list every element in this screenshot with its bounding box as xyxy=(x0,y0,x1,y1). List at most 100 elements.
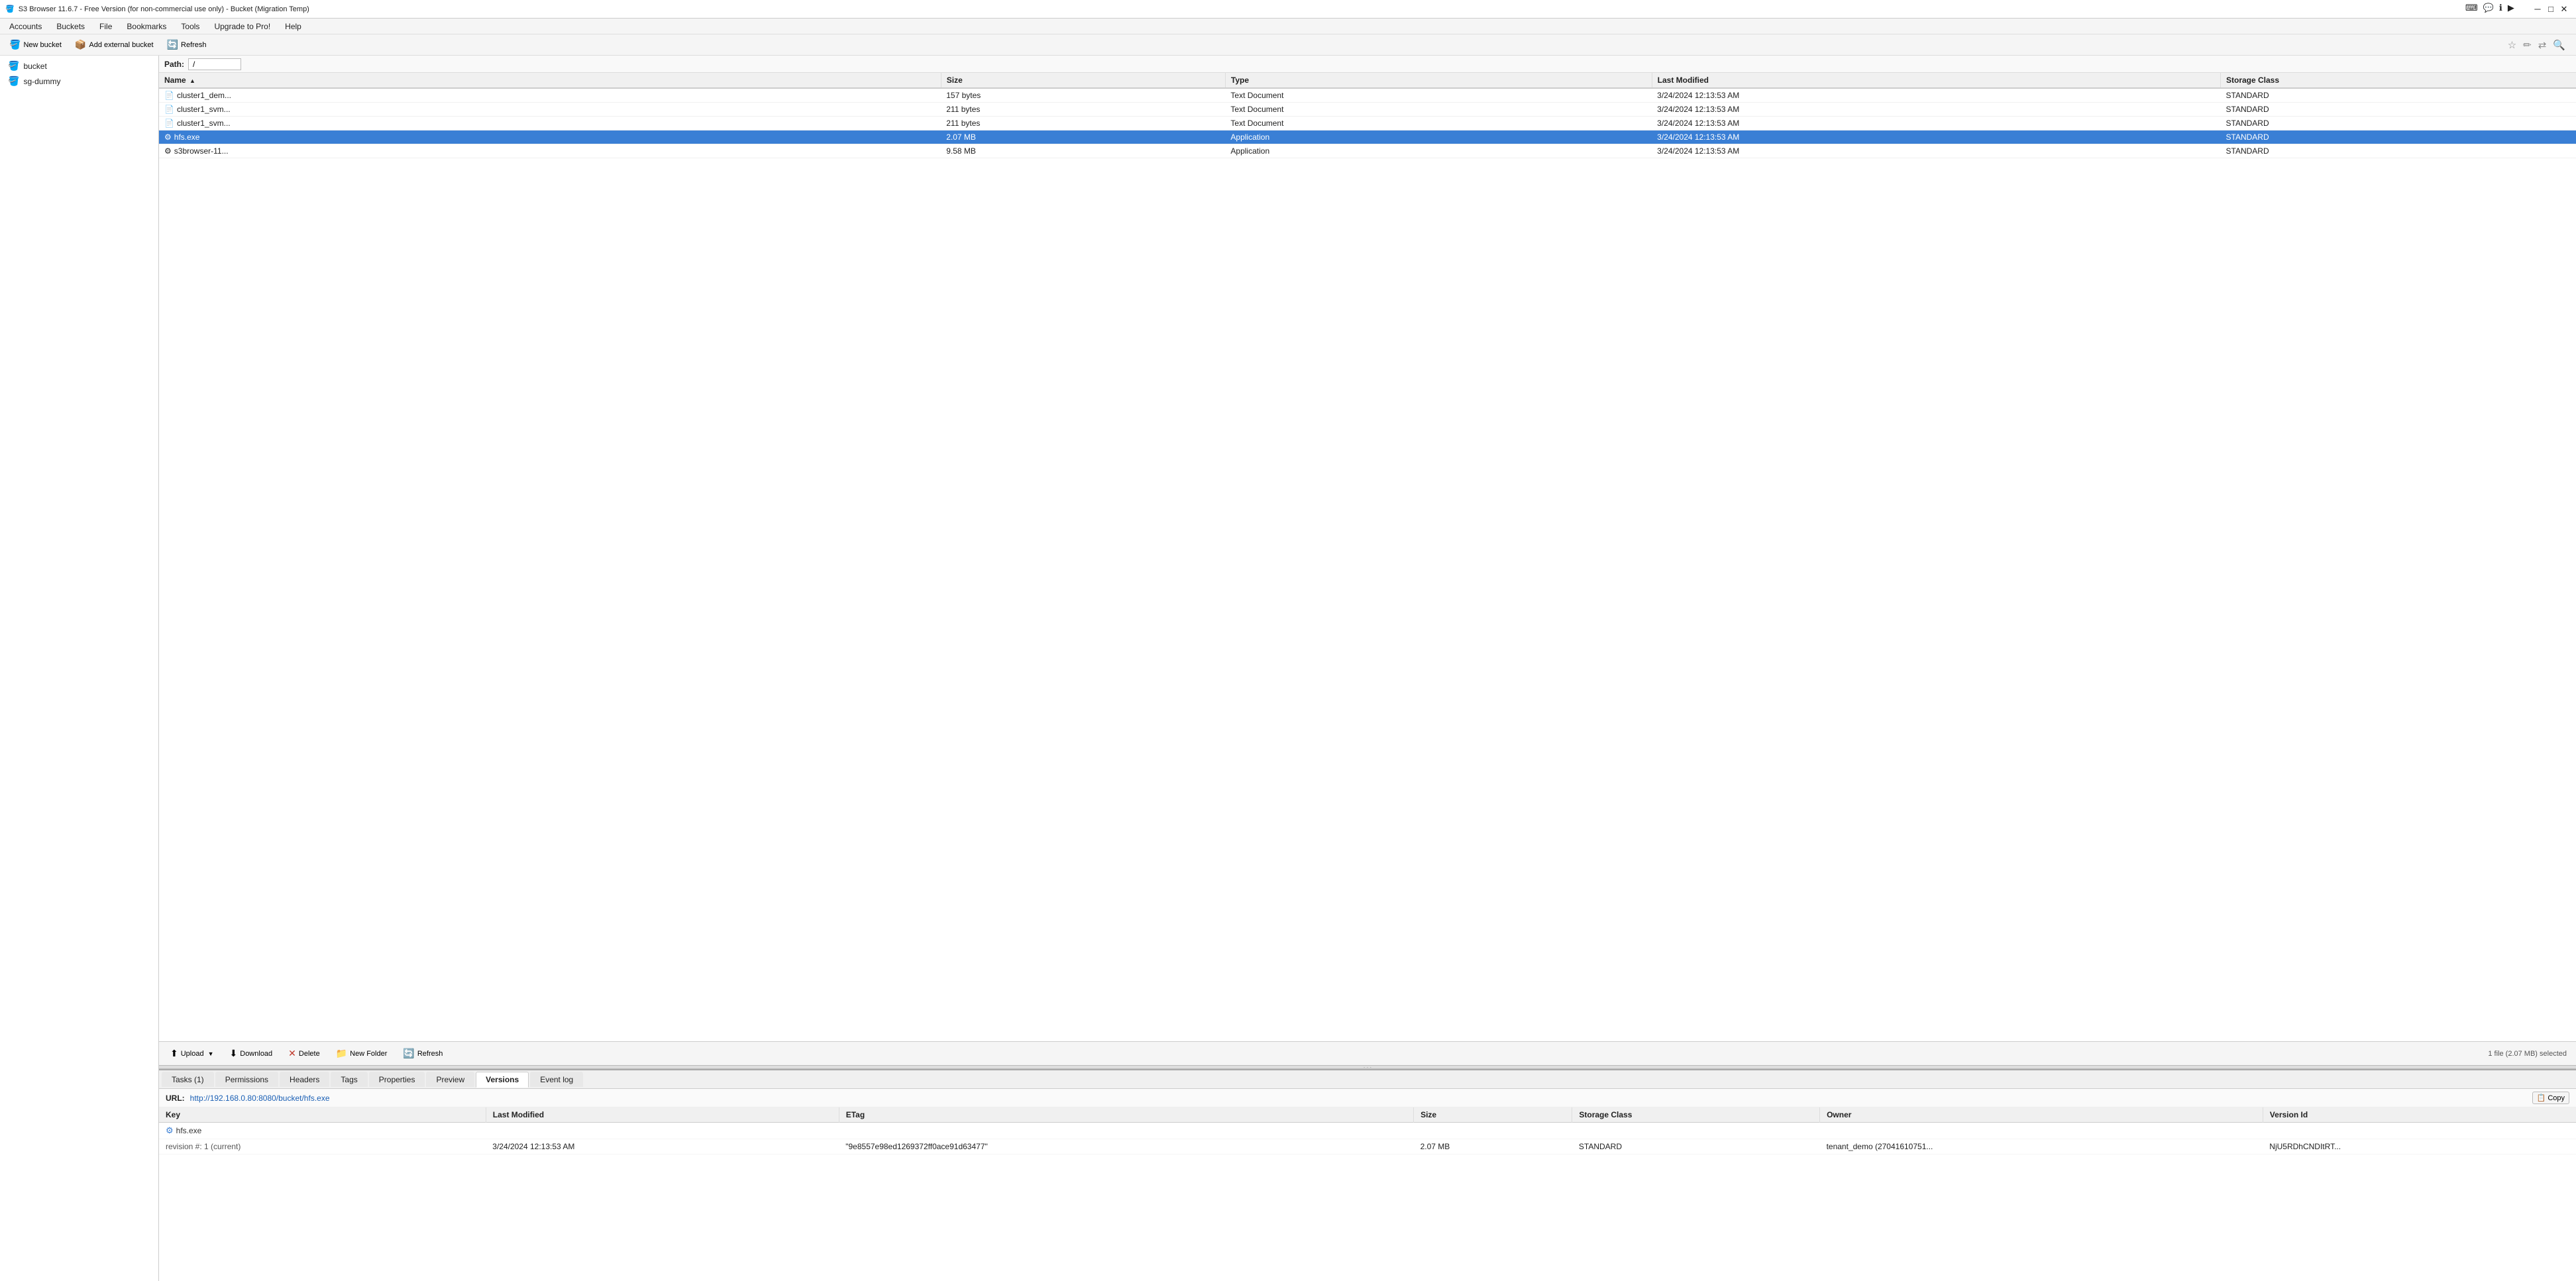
url-bar: URL: http://192.168.0.80:8080/bucket/hfs… xyxy=(159,1089,2576,1107)
new-bucket-button[interactable]: 🪣 New bucket xyxy=(4,37,67,52)
minimize-button[interactable]: ─ xyxy=(2531,3,2544,16)
new-folder-button[interactable]: 📁 New Folder xyxy=(329,1045,395,1062)
keyboard-icon[interactable]: ⌨ xyxy=(2465,3,2478,16)
file-storage-cell: STANDARD xyxy=(2221,88,2576,103)
info-icon[interactable]: ℹ xyxy=(2499,3,2502,16)
version-file-icon: ⚙ xyxy=(166,1125,174,1135)
version-storage-cell: STANDARD xyxy=(1572,1139,1820,1154)
chat-icon[interactable]: 💬 xyxy=(2483,3,2494,16)
versions-table-row[interactable]: revision #: 1 (current) 3/24/2024 12:13:… xyxy=(159,1139,2576,1154)
delete-button[interactable]: ✕ Delete xyxy=(281,1045,327,1062)
app-icon: 🪣 xyxy=(5,5,15,13)
file-modified-cell: 3/24/2024 12:13:53 AM xyxy=(1652,144,2220,158)
file-table-body: 📄cluster1_dem... 157 bytes Text Document… xyxy=(159,88,2576,158)
sidebar-bucket-label: bucket xyxy=(23,62,46,71)
copy-url-button[interactable]: 📋 Copy xyxy=(2532,1092,2569,1104)
file-table-row[interactable]: ⚙s3browser-11... 9.58 MB Application 3/2… xyxy=(159,144,2576,158)
menu-tools[interactable]: Tools xyxy=(174,21,206,32)
versions-table-header: Key Last Modified ETag Size Storage Clas… xyxy=(159,1107,2576,1123)
download-icon: ⬇ xyxy=(230,1048,238,1059)
versions-col-size[interactable]: Size xyxy=(1414,1107,1572,1123)
window-controls: ─ □ ✕ xyxy=(2531,3,2571,16)
sync-icon[interactable]: ⇄ xyxy=(2538,39,2547,51)
file-modified-cell: 3/24/2024 12:13:53 AM xyxy=(1652,117,2220,130)
versions-col-modified[interactable]: Last Modified xyxy=(486,1107,839,1123)
add-external-icon: 📦 xyxy=(75,39,86,50)
path-input[interactable] xyxy=(188,58,241,70)
upload-button[interactable]: ⬆ Upload ▼ xyxy=(163,1045,221,1062)
file-type-cell: Application xyxy=(1225,130,1652,144)
versions-col-key[interactable]: Key xyxy=(159,1107,486,1123)
sidebar-item-sg-dummy[interactable]: 🪣 sg-dummy xyxy=(0,74,158,89)
file-icon: 📄 xyxy=(164,91,174,100)
versions-col-versionid[interactable]: Version Id xyxy=(2263,1107,2576,1123)
col-header-storage[interactable]: Storage Class xyxy=(2221,73,2576,88)
versions-table-body: ⚙hfs.exe revision #: 1 (current) 3/24/20… xyxy=(159,1123,2576,1154)
menu-bookmarks[interactable]: Bookmarks xyxy=(120,21,173,32)
tab-permissions[interactable]: Permissions xyxy=(215,1072,278,1087)
versions-col-etag[interactable]: ETag xyxy=(839,1107,1413,1123)
maximize-button[interactable]: □ xyxy=(2544,3,2557,16)
tab-eventlog[interactable]: Event log xyxy=(530,1072,583,1087)
version-size-cell: 2.07 MB xyxy=(1414,1139,1572,1154)
refresh-button[interactable]: 🔄 Refresh xyxy=(396,1045,450,1062)
tab-properties[interactable]: Properties xyxy=(369,1072,425,1087)
col-header-type[interactable]: Type xyxy=(1225,73,1652,88)
tab-tasks[interactable]: Tasks (1) xyxy=(162,1072,214,1087)
versions-col-storage[interactable]: Storage Class xyxy=(1572,1107,1820,1123)
menu-help[interactable]: Help xyxy=(278,21,308,32)
close-button[interactable]: ✕ xyxy=(2557,3,2571,16)
file-table-row[interactable]: ⚙hfs.exe 2.07 MB Application 3/24/2024 1… xyxy=(159,130,2576,144)
file-type-cell: Text Document xyxy=(1225,103,1652,117)
toolbar-refresh-button[interactable]: 🔄 Refresh xyxy=(162,37,212,52)
add-external-bucket-button[interactable]: 📦 Add external bucket xyxy=(70,37,159,52)
version-id-cell: NjU5RDhCNDItRT... xyxy=(2263,1139,2576,1154)
file-table-row[interactable]: 📄cluster1_dem... 157 bytes Text Document… xyxy=(159,88,2576,103)
play-icon[interactable]: ▶ xyxy=(2508,3,2514,16)
versions-col-owner[interactable]: Owner xyxy=(1820,1107,2263,1123)
file-size-cell: 211 bytes xyxy=(941,103,1225,117)
file-pane: Name ▲ Size Type Last Modified xyxy=(159,73,2576,1041)
file-name-cell: ⚙s3browser-11... xyxy=(159,144,941,158)
file-toolbar: ⬆ Upload ▼ ⬇ Download ✕ Delete 📁 New Fol… xyxy=(159,1041,2576,1065)
file-type-cell: Text Document xyxy=(1225,88,1652,103)
file-modified-cell: 3/24/2024 12:13:53 AM xyxy=(1652,103,2220,117)
tab-versions[interactable]: Versions xyxy=(476,1072,529,1088)
tab-preview[interactable]: Preview xyxy=(426,1072,474,1087)
menu-bar: Accounts Buckets File Bookmarks Tools Up… xyxy=(0,19,2576,34)
download-button[interactable]: ⬇ Download xyxy=(223,1045,280,1062)
file-size-cell: 211 bytes xyxy=(941,117,1225,130)
versions-table-row[interactable]: ⚙hfs.exe xyxy=(159,1123,2576,1139)
col-header-name[interactable]: Name ▲ xyxy=(159,73,941,88)
tab-tags[interactable]: Tags xyxy=(331,1072,367,1087)
col-header-size[interactable]: Size xyxy=(941,73,1225,88)
file-table-row[interactable]: 📄cluster1_svm... 211 bytes Text Document… xyxy=(159,103,2576,117)
toolbar-refresh-icon: 🔄 xyxy=(167,39,178,50)
url-value: http://192.168.0.80:8080/bucket/hfs.exe xyxy=(190,1094,330,1103)
tabs-bar: Tasks (1) Permissions Headers Tags Prope… xyxy=(159,1070,2576,1089)
version-modified-cell: 3/24/2024 12:13:53 AM xyxy=(486,1139,839,1154)
main-layout: 🪣 bucket 🪣 sg-dummy Path: xyxy=(0,56,2576,1281)
edit-icon[interactable]: ✏ xyxy=(2523,39,2532,51)
col-header-modified[interactable]: Last Modified xyxy=(1652,73,2220,88)
window-title: S3 Browser 11.6.7 - Free Version (for no… xyxy=(19,5,309,13)
file-icon: ⚙ xyxy=(164,132,172,142)
menu-file[interactable]: File xyxy=(93,21,119,32)
version-owner-cell: tenant_demo (27041610751... xyxy=(1820,1139,2263,1154)
menu-upgrade[interactable]: Upgrade to Pro! xyxy=(207,21,277,32)
file-table-row[interactable]: 📄cluster1_svm... 211 bytes Text Document… xyxy=(159,117,2576,130)
name-sort-arrow: ▲ xyxy=(189,77,195,84)
tab-headers[interactable]: Headers xyxy=(280,1072,329,1087)
file-modified-cell: 3/24/2024 12:13:53 AM xyxy=(1652,88,2220,103)
bottom-pane: Tasks (1) Permissions Headers Tags Prope… xyxy=(159,1069,2576,1281)
menu-accounts[interactable]: Accounts xyxy=(3,21,48,32)
star-icon[interactable]: ☆ xyxy=(2508,39,2516,51)
menu-buckets[interactable]: Buckets xyxy=(50,21,91,32)
sidebar-item-bucket[interactable]: 🪣 bucket xyxy=(0,58,158,74)
filter-icon[interactable]: 🔍 xyxy=(2553,39,2565,51)
refresh-icon: 🔄 xyxy=(403,1048,414,1059)
file-storage-cell: STANDARD xyxy=(2221,103,2576,117)
upload-dropdown-arrow[interactable]: ▼ xyxy=(208,1050,214,1057)
version-etag-cell: "9e8557e98ed1269372ff0ace91d63477" xyxy=(839,1139,1413,1154)
path-label: Path: xyxy=(164,60,184,69)
